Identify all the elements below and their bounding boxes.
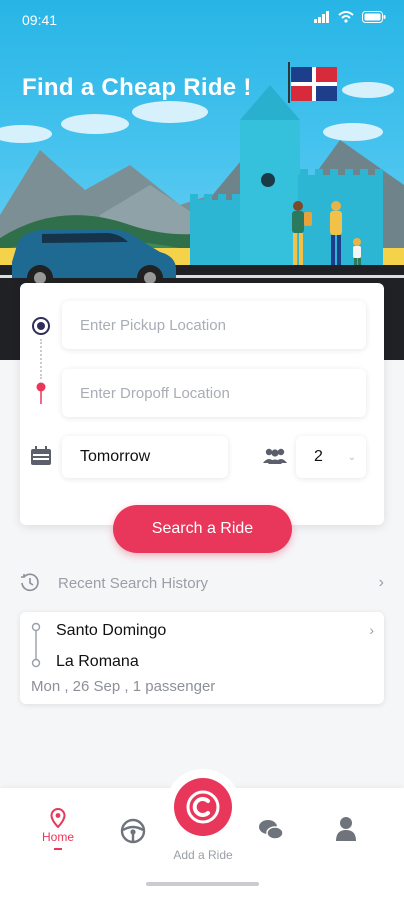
- route-line-icon: [31, 622, 41, 668]
- calendar-icon: [31, 446, 51, 465]
- people-icon: [263, 448, 287, 464]
- add-ride-icon: [186, 790, 220, 824]
- history-origin: Santo Domingo: [56, 622, 167, 639]
- search-ride-button[interactable]: Search a Ride: [113, 505, 292, 553]
- passenger-select[interactable]: 2 ⌄: [296, 436, 366, 478]
- home-pin-icon: [50, 808, 66, 828]
- history-clock-icon: [21, 573, 39, 592]
- nav-active-indicator: [54, 848, 62, 850]
- nav-home[interactable]: Home: [38, 808, 78, 850]
- passenger-count: 2: [314, 448, 323, 465]
- chevron-right-icon: ›: [369, 622, 374, 638]
- steering-wheel-icon: [120, 818, 146, 844]
- add-ride-label: Add a Ride: [173, 848, 233, 862]
- nav-home-label: Home: [41, 830, 74, 844]
- pickup-target-icon: [32, 317, 50, 335]
- status-time: 09:41: [22, 12, 58, 28]
- hero-title: Find a Cheap Ride !: [22, 74, 252, 101]
- chevron-right-icon: ›: [378, 574, 384, 591]
- signal-icon: [314, 11, 329, 23]
- chevron-down-icon: ⌄: [347, 451, 356, 463]
- nav-profile[interactable]: [335, 816, 357, 842]
- wifi-icon: [338, 11, 354, 23]
- search-card: Enter Pickup Location Enter Dropoff Loca…: [20, 283, 384, 525]
- battery-icon: [362, 11, 386, 23]
- date-select[interactable]: Tomorrow: [62, 436, 228, 478]
- home-indicator: [146, 882, 259, 886]
- pickup-input[interactable]: Enter Pickup Location: [62, 301, 366, 349]
- chat-icon: [259, 820, 284, 840]
- recent-history-title: Recent Search History: [58, 574, 209, 592]
- history-item[interactable]: Santo Domingo La Romana Mon , 26 Sep , 1…: [20, 612, 384, 704]
- add-ride-button[interactable]: [171, 775, 235, 839]
- nav-rides[interactable]: [120, 818, 146, 844]
- nav-messages[interactable]: [258, 818, 284, 842]
- dropoff-pin-icon: [36, 382, 46, 404]
- history-details: Mon , 26 Sep , 1 passenger: [31, 678, 216, 695]
- dropoff-input[interactable]: Enter Dropoff Location: [62, 369, 366, 417]
- recent-history-header[interactable]: Recent Search History ›: [20, 568, 384, 598]
- history-destination: La Romana: [56, 653, 139, 670]
- route-connector: [40, 339, 42, 379]
- user-icon: [336, 817, 356, 841]
- status-bar: 09:41: [0, 0, 404, 40]
